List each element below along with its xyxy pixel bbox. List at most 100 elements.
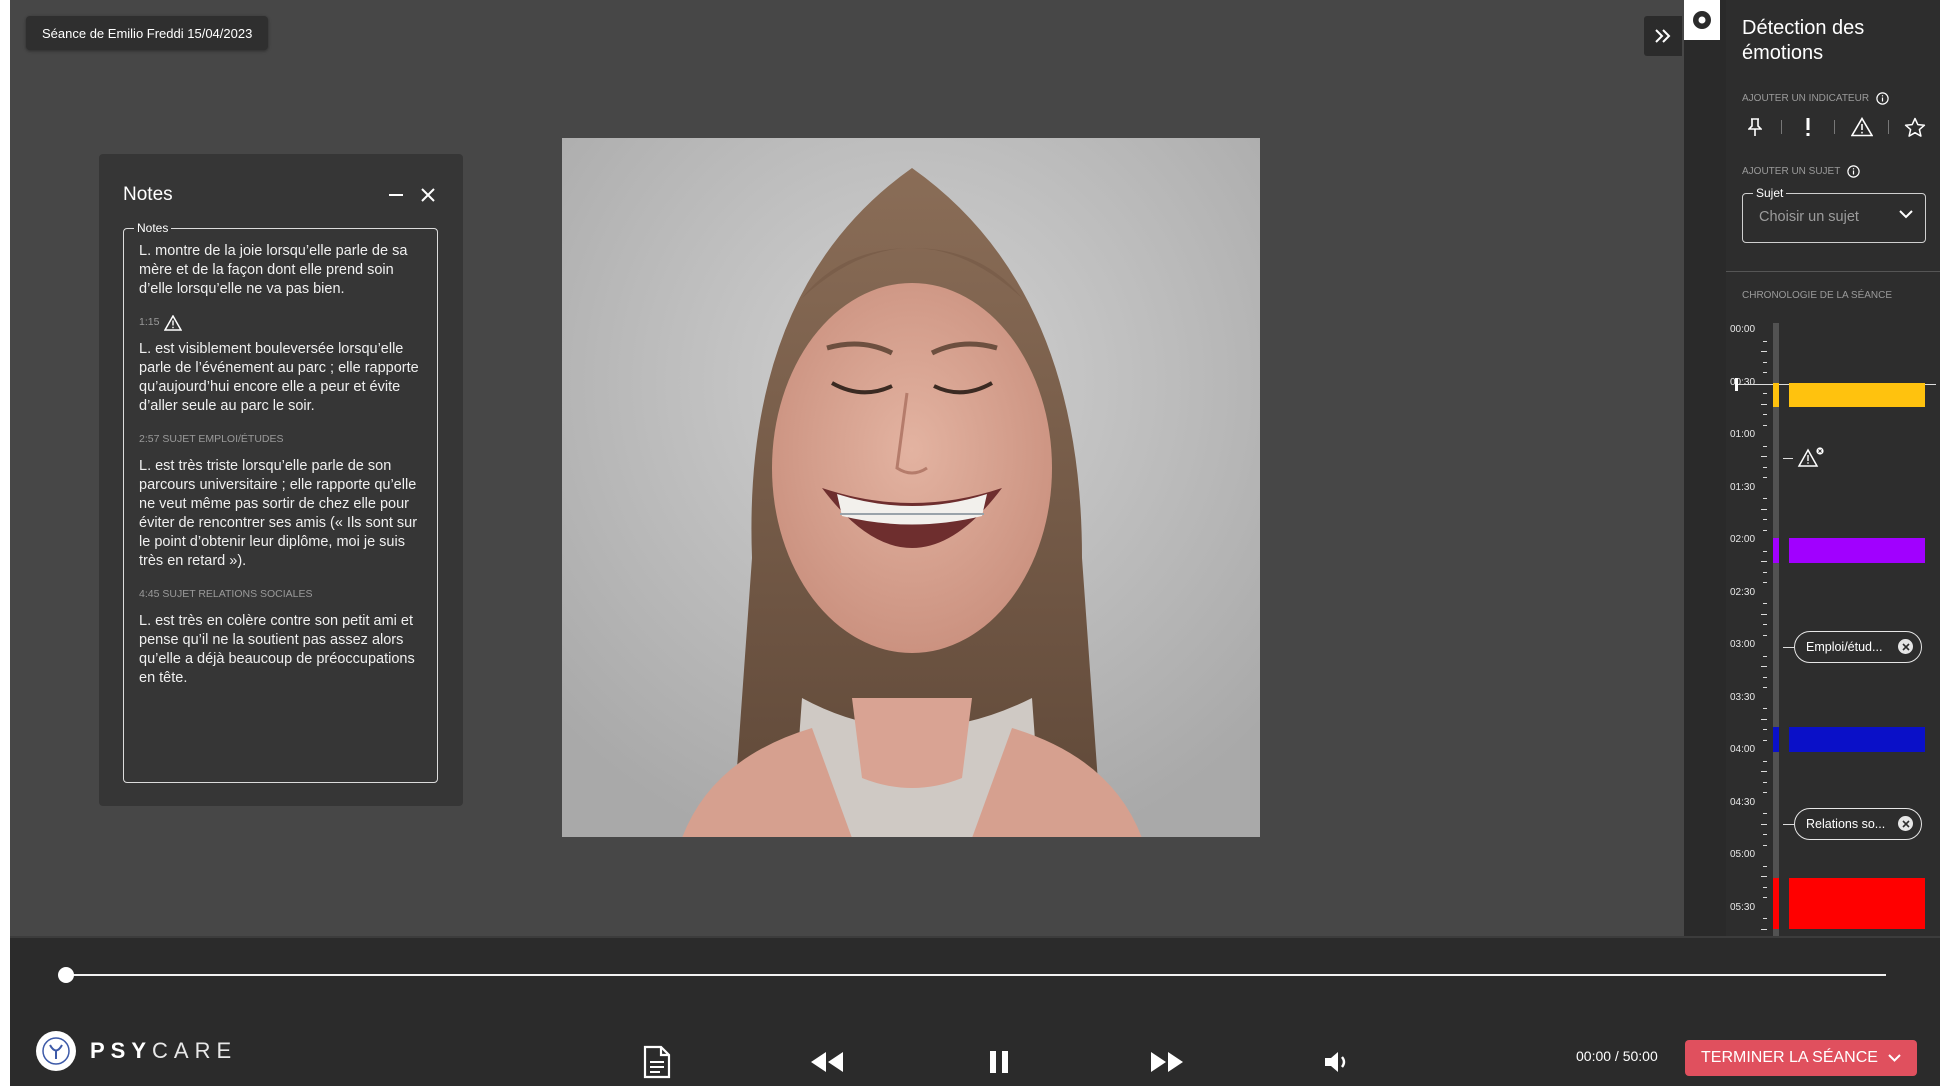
subject-chip-label: Emploi/étud... [1806,639,1883,654]
timeline-minor-tick [1763,781,1767,783]
brand-name: PSYCARE [90,1038,237,1064]
settings-icon[interactable] [1684,0,1720,40]
info-icon [1876,92,1889,105]
timeline-minor-tick [1763,624,1767,625]
timeline-minor-tick [1763,687,1767,688]
subject-field-label: Sujet [1753,186,1787,200]
rewind-icon[interactable] [807,1042,847,1082]
timeline-minor-tick [1763,519,1767,520]
brand: PSYCARE [36,1031,237,1071]
timeline-minor-tick [1763,739,1767,741]
timeline-tick-label: 03:30 [1730,691,1756,703]
notes-header: Notes [123,180,441,210]
timeline-minor-tick [1761,928,1767,930]
video-frame[interactable] [562,138,1260,837]
timeline-tick-label: 04:00 [1730,744,1756,755]
timeline-tick-label: 02:00 [1730,534,1756,545]
timeline-minor-tick [1763,603,1767,604]
close-icon[interactable] [415,182,441,208]
emotion-segment[interactable] [1789,877,1925,929]
subject-chip[interactable]: Emploi/étud... [1794,630,1922,663]
fast-forward-icon[interactable] [1147,1042,1187,1082]
double-chevron-right-icon [1655,29,1671,43]
timeline-minor-tick [1763,865,1767,867]
emotion-segment-marker [1773,382,1779,407]
subject-chip[interactable]: Relations so... [1794,807,1922,840]
document-icon[interactable] [637,1042,677,1082]
timeline-axis-column [1684,0,1726,936]
timeline-tick-label: 00:00 [1730,324,1756,335]
timeline-marker-warning-icon[interactable] [1797,447,1825,471]
volume-icon[interactable] [1317,1042,1357,1082]
timeline-minor-tick [1763,676,1767,678]
pause-icon[interactable] [979,1042,1019,1082]
indicator-separator [1834,120,1836,134]
emotion-segment[interactable] [1789,382,1925,407]
timeline-minor-tick [1763,844,1767,846]
timeline-minor-tick [1763,393,1767,394]
timeline-minor-tick [1761,456,1767,457]
chip-connector [1783,646,1794,648]
add-indicator-section: AJOUTER UN INDICATEUR [1742,92,1889,105]
time-readout: 00:00 / 50:00 [1576,1048,1658,1064]
notes-field-label: Notes [134,221,172,235]
timeline-minor-tick [1761,771,1767,772]
marker-connector [1783,457,1793,459]
emotion-segment[interactable] [1789,727,1925,752]
emotion-segment-marker [1773,877,1779,929]
note-timestamp: 1:15 [139,316,160,328]
playhead-handle[interactable] [1735,378,1738,392]
progress-thumb[interactable] [58,967,74,983]
chip-close-icon[interactable] [1898,639,1913,655]
exclamation-icon[interactable] [1795,114,1821,140]
timeline-track [1773,323,1779,936]
chip-close-icon[interactable] [1898,816,1913,831]
timeline-minor-tick [1761,508,1767,510]
notes-body: L. montre de la joie lorsqu’elle parle d… [139,242,427,702]
timeline-minor-tick [1763,340,1767,342]
subject-placeholder: Choisir un sujet [1759,209,1859,225]
add-subject-label: AJOUTER UN SUJET [1742,166,1841,177]
player-bar: PSYCARE 00:00 / 50:00 TERMINER LA SÉANCE [10,936,1940,1086]
timeline-minor-tick [1763,529,1767,531]
timeline-minor-tick [1763,445,1767,447]
brand-light: CARE [152,1038,238,1063]
progress-track[interactable] [66,974,1886,976]
timeline-minor-tick [1763,498,1767,499]
pin-icon[interactable] [1742,114,1768,140]
note-meta: 4:45 SUJET RELATIONS SOCIALES [139,588,313,600]
timeline-minor-tick [1763,582,1767,583]
timeline-minor-tick [1763,550,1767,552]
session-title-badge: Séance de Emilio Freddi 15/04/2023 [26,16,269,50]
collapse-panel-button[interactable] [1644,16,1682,56]
minimize-icon[interactable] [383,182,409,208]
warning-icon [164,314,183,331]
emotion-segment-marker [1773,538,1779,563]
notes-textarea[interactable]: Notes L. montre de la joie lorsqu’elle p… [123,221,438,783]
end-session-button[interactable]: TERMINER LA SÉANCE [1685,1040,1917,1076]
timeline-minor-tick [1763,834,1767,835]
timeline-minor-tick [1763,729,1767,730]
emotion-segment-marker [1773,727,1779,752]
note-text: L. montre de la joie lorsqu’elle parle d… [139,243,408,297]
timeline-minor-tick [1763,414,1767,415]
chevron-down-icon [1888,1054,1901,1062]
end-session-label: TERMINER LA SÉANCE [1701,1049,1878,1066]
warning-icon[interactable] [1849,114,1875,140]
indicator-buttons [1742,114,1928,140]
timeline-minor-tick [1763,372,1767,373]
emotion-segment[interactable] [1789,538,1925,563]
timeline-tick-label: 04:30 [1730,796,1756,808]
timeline-minor-tick [1761,351,1767,352]
star-icon[interactable] [1902,114,1928,140]
panel-divider [1726,271,1940,272]
note-meta: 2:57 SUJET EMPLOI/ÉTUDES [139,433,284,445]
timeline-section: CHRONOLOGIE DE LA SÉANCE [1742,290,1892,301]
timeline-minor-tick [1763,424,1767,426]
subject-select[interactable]: Sujet Choisir un sujet [1742,186,1926,243]
app-root: Séance de Emilio Freddi 15/04/2023 Notes… [10,0,1940,1086]
subject-chip-label: Relations so... [1806,816,1886,831]
timeline-minor-tick [1763,571,1767,573]
chevron-down-icon [1899,210,1913,219]
add-subject-section: AJOUTER UN SUJET [1742,165,1861,178]
